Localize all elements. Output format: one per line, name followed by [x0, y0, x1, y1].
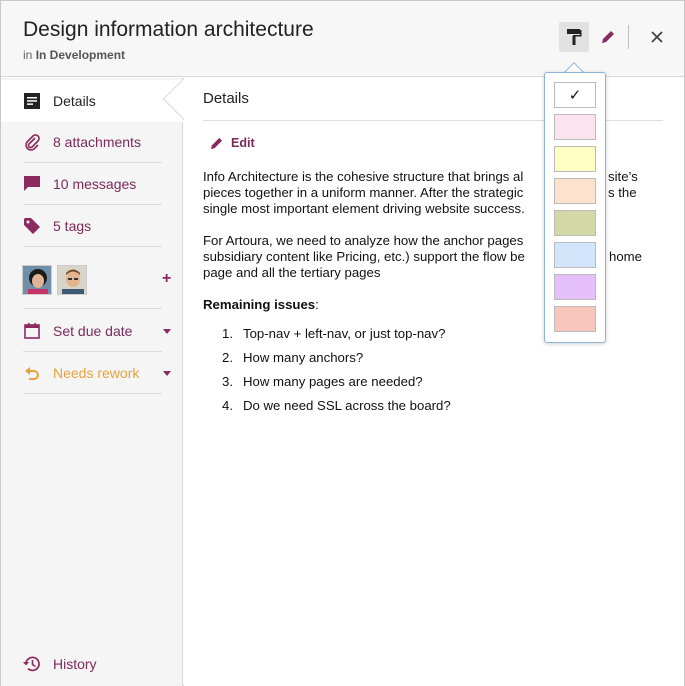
sidebar-item-status[interactable]: Needs rework: [1, 352, 183, 394]
color-swatch-selected[interactable]: ✓: [554, 82, 596, 108]
list-text: Top-nav + left-nav, or just top-nav?: [243, 326, 446, 341]
color-swatch[interactable]: [554, 210, 596, 236]
sidebar-divider: [23, 393, 162, 394]
sidebar-item-attachments[interactable]: 8 attachments: [1, 121, 183, 163]
message-icon: [22, 174, 42, 194]
edit-title-button[interactable]: [593, 22, 623, 52]
color-swatch[interactable]: [554, 274, 596, 300]
list-text: Do we need SSL across the board?: [243, 398, 451, 413]
list-item: 4. Do we need SSL across the board?: [222, 398, 451, 422]
subtitle-prefix: in: [23, 48, 33, 62]
color-swatch[interactable]: [554, 306, 596, 332]
color-popover: ✓: [544, 72, 606, 343]
dialog-header: Design information architecture in In De…: [1, 1, 684, 77]
text-line: For Artoura, we need to analyze how the …: [203, 233, 524, 248]
text-fragment: s the: [608, 185, 637, 200]
sidebar-item-messages[interactable]: 10 messages: [1, 163, 183, 205]
sidebar-item-label: 8 attachments: [53, 134, 141, 150]
color-swatch[interactable]: [554, 146, 596, 172]
list-text: How many anchors?: [243, 350, 364, 365]
check-icon: ✓: [568, 87, 582, 104]
add-member-button[interactable]: +: [162, 270, 171, 288]
history-icon: [22, 654, 42, 674]
color-swatch[interactable]: [554, 178, 596, 204]
paperclip-icon: [22, 132, 42, 152]
sidebar-item-label: Needs rework: [53, 365, 140, 381]
close-button[interactable]: [642, 22, 672, 52]
text-line: pieces together in a uniform manner. Aft…: [203, 185, 524, 200]
text-line: single most important element driving we…: [203, 201, 525, 216]
edit-details-button[interactable]: Edit: [210, 136, 255, 150]
color-picker-button[interactable]: [559, 22, 589, 52]
list-item: 3. How many pages are needed?: [222, 374, 451, 398]
edit-label: Edit: [231, 136, 255, 150]
header-divider: [628, 25, 629, 49]
issues-heading: Remaining issues:: [203, 297, 319, 312]
issues-heading-colon: :: [315, 297, 319, 312]
sidebar-item-due-date[interactable]: Set due date: [1, 310, 183, 352]
text-fragment: home: [609, 249, 642, 264]
list-number: 4.: [222, 398, 233, 413]
text-overflow: home: [609, 249, 669, 265]
pencil-icon: [602, 31, 614, 43]
sidebar-item-tags[interactable]: 5 tags: [1, 205, 183, 247]
sidebar: Details 8 attachments 10 messages 5 tags: [1, 78, 183, 686]
task-subtitle: in In Development: [23, 48, 125, 62]
details-panel: Details Edit Info Architecture is the co…: [184, 78, 684, 686]
sidebar-item-label: History: [53, 656, 97, 672]
paint-roller-icon: [567, 29, 582, 45]
pencil-icon: [210, 137, 223, 149]
color-swatch[interactable]: [554, 114, 596, 140]
chevron-down-icon: [163, 329, 171, 334]
avatar[interactable]: [22, 265, 52, 295]
list-item: 2. How many anchors?: [222, 350, 451, 374]
list-item: 1. Top-nav + left-nav, or just top-nav?: [222, 326, 451, 350]
text-line: subsidiary content like Pricing, etc.) s…: [203, 249, 525, 264]
text-overflow: site’s s the: [608, 169, 668, 201]
avatar[interactable]: [57, 265, 87, 295]
sidebar-divider: [23, 308, 162, 309]
text-line: Info Architecture is the cohesive struct…: [203, 169, 524, 184]
issues-heading-text: Remaining issues: [203, 297, 316, 312]
list-number: 2.: [222, 350, 233, 365]
chevron-down-icon: [163, 371, 171, 376]
sidebar-item-label: Set due date: [53, 323, 133, 339]
task-title: Design information architecture: [23, 18, 314, 41]
list-number: 1.: [222, 326, 233, 341]
issues-list: 1. Top-nav + left-nav, or just top-nav? 2…: [222, 326, 451, 422]
text-fragment: site’s: [608, 169, 638, 184]
calendar-icon: [22, 321, 42, 341]
sidebar-item-label: 10 messages: [53, 176, 137, 192]
project-link[interactable]: In Development: [36, 48, 125, 62]
list-number: 3.: [222, 374, 233, 389]
sidebar-divider: [23, 246, 162, 247]
text-line: page and all the tertiary pages: [203, 265, 381, 280]
sidebar-item-label: Details: [53, 93, 96, 109]
sidebar-item-label: 5 tags: [53, 218, 92, 234]
color-swatch[interactable]: [554, 242, 596, 268]
sidebar-item-history[interactable]: History: [1, 643, 183, 685]
sidebar-item-details[interactable]: Details: [1, 80, 183, 122]
details-icon: [22, 91, 42, 111]
task-dialog: Design information architecture in In De…: [0, 0, 685, 686]
close-icon: [651, 31, 663, 43]
panel-title: Details: [203, 90, 249, 107]
rework-icon: [22, 363, 42, 383]
list-text: How many pages are needed?: [243, 374, 423, 389]
tag-icon: [22, 216, 42, 236]
